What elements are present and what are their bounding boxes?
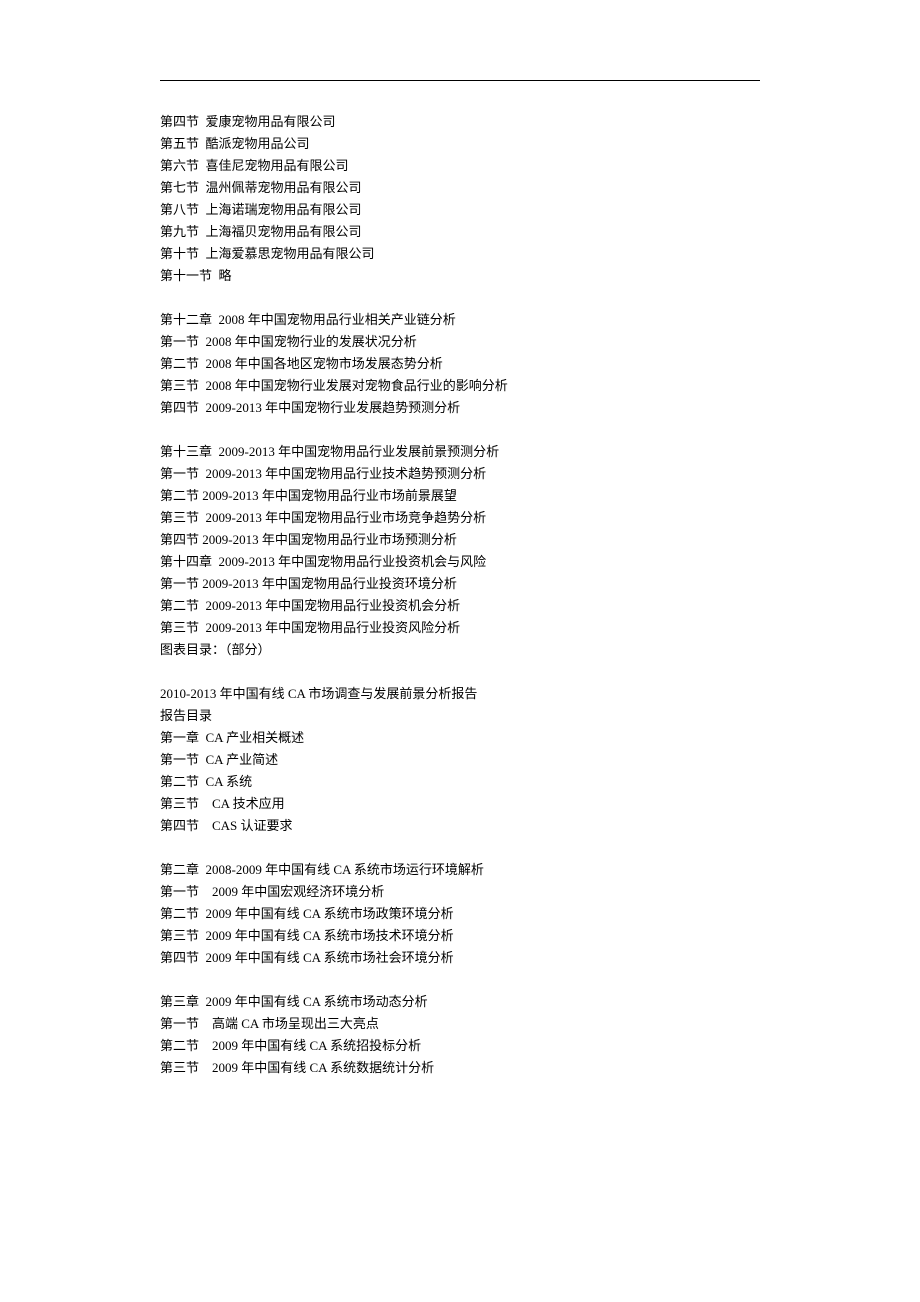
text-line: 第三节 2009-2013 年中国宠物用品行业市场竞争趋势分析 xyxy=(160,507,760,529)
text-line: 第十节 上海爱慕思宠物用品有限公司 xyxy=(160,243,760,265)
text-line: 第二节 CA 系统 xyxy=(160,771,760,793)
text-line: 图表目录：（部分） xyxy=(160,639,760,661)
text-line: 第一节 2009 年中国宏观经济环境分析 xyxy=(160,881,760,903)
blank-line xyxy=(160,419,760,441)
blank-line xyxy=(160,969,760,991)
text-line: 第六节 喜佳尼宠物用品有限公司 xyxy=(160,155,760,177)
text-line: 第九节 上海福贝宠物用品有限公司 xyxy=(160,221,760,243)
text-line: 第十三章 2009-2013 年中国宠物用品行业发展前景预测分析 xyxy=(160,441,760,463)
text-line: 第十二章 2008 年中国宠物用品行业相关产业链分析 xyxy=(160,309,760,331)
text-line: 第四节 2009 年中国有线 CA 系统市场社会环境分析 xyxy=(160,947,760,969)
text-line: 第二节 2009 年中国有线 CA 系统市场政策环境分析 xyxy=(160,903,760,925)
text-line: 第一节 高端 CA 市场呈现出三大亮点 xyxy=(160,1013,760,1035)
text-line: 第一节 CA 产业简述 xyxy=(160,749,760,771)
document-body: 第四节 爱康宠物用品有限公司第五节 酷派宠物用品公司第六节 喜佳尼宠物用品有限公… xyxy=(160,111,760,1079)
text-line: 第三节 2009 年中国有线 CA 系统数据统计分析 xyxy=(160,1057,760,1079)
text-line: 第十四章 2009-2013 年中国宠物用品行业投资机会与风险 xyxy=(160,551,760,573)
blank-line xyxy=(160,287,760,309)
text-line: 第三节 CA 技术应用 xyxy=(160,793,760,815)
document-page: 第四节 爱康宠物用品有限公司第五节 酷派宠物用品公司第六节 喜佳尼宠物用品有限公… xyxy=(0,0,920,1159)
text-line: 第四节 2009-2013 年中国宠物行业发展趋势预测分析 xyxy=(160,397,760,419)
text-line: 第二节 2008 年中国各地区宠物市场发展态势分析 xyxy=(160,353,760,375)
text-line: 第三章 2009 年中国有线 CA 系统市场动态分析 xyxy=(160,991,760,1013)
text-line: 第三节 2009-2013 年中国宠物用品行业投资风险分析 xyxy=(160,617,760,639)
text-line: 第四节 CAS 认证要求 xyxy=(160,815,760,837)
text-line: 第二节 2009-2013 年中国宠物用品行业市场前景展望 xyxy=(160,485,760,507)
text-line: 第一章 CA 产业相关概述 xyxy=(160,727,760,749)
text-line: 第一节 2009-2013 年中国宠物用品行业技术趋势预测分析 xyxy=(160,463,760,485)
blank-line xyxy=(160,837,760,859)
text-line: 第五节 酷派宠物用品公司 xyxy=(160,133,760,155)
text-line: 第八节 上海诺瑞宠物用品有限公司 xyxy=(160,199,760,221)
text-line: 第一节 2008 年中国宠物行业的发展状况分析 xyxy=(160,331,760,353)
text-line: 2010-2013 年中国有线 CA 市场调查与发展前景分析报告 xyxy=(160,683,760,705)
text-line: 第二节 2009 年中国有线 CA 系统招投标分析 xyxy=(160,1035,760,1057)
header-divider xyxy=(160,80,760,81)
text-line: 第四节 爱康宠物用品有限公司 xyxy=(160,111,760,133)
text-line: 第一节 2009-2013 年中国宠物用品行业投资环境分析 xyxy=(160,573,760,595)
blank-line xyxy=(160,661,760,683)
text-line: 第十一节 略 xyxy=(160,265,760,287)
text-line: 报告目录 xyxy=(160,705,760,727)
text-line: 第二章 2008-2009 年中国有线 CA 系统市场运行环境解析 xyxy=(160,859,760,881)
text-line: 第二节 2009-2013 年中国宠物用品行业投资机会分析 xyxy=(160,595,760,617)
text-line: 第三节 2008 年中国宠物行业发展对宠物食品行业的影响分析 xyxy=(160,375,760,397)
text-line: 第四节 2009-2013 年中国宠物用品行业市场预测分析 xyxy=(160,529,760,551)
text-line: 第七节 温州佩蒂宠物用品有限公司 xyxy=(160,177,760,199)
text-line: 第三节 2009 年中国有线 CA 系统市场技术环境分析 xyxy=(160,925,760,947)
